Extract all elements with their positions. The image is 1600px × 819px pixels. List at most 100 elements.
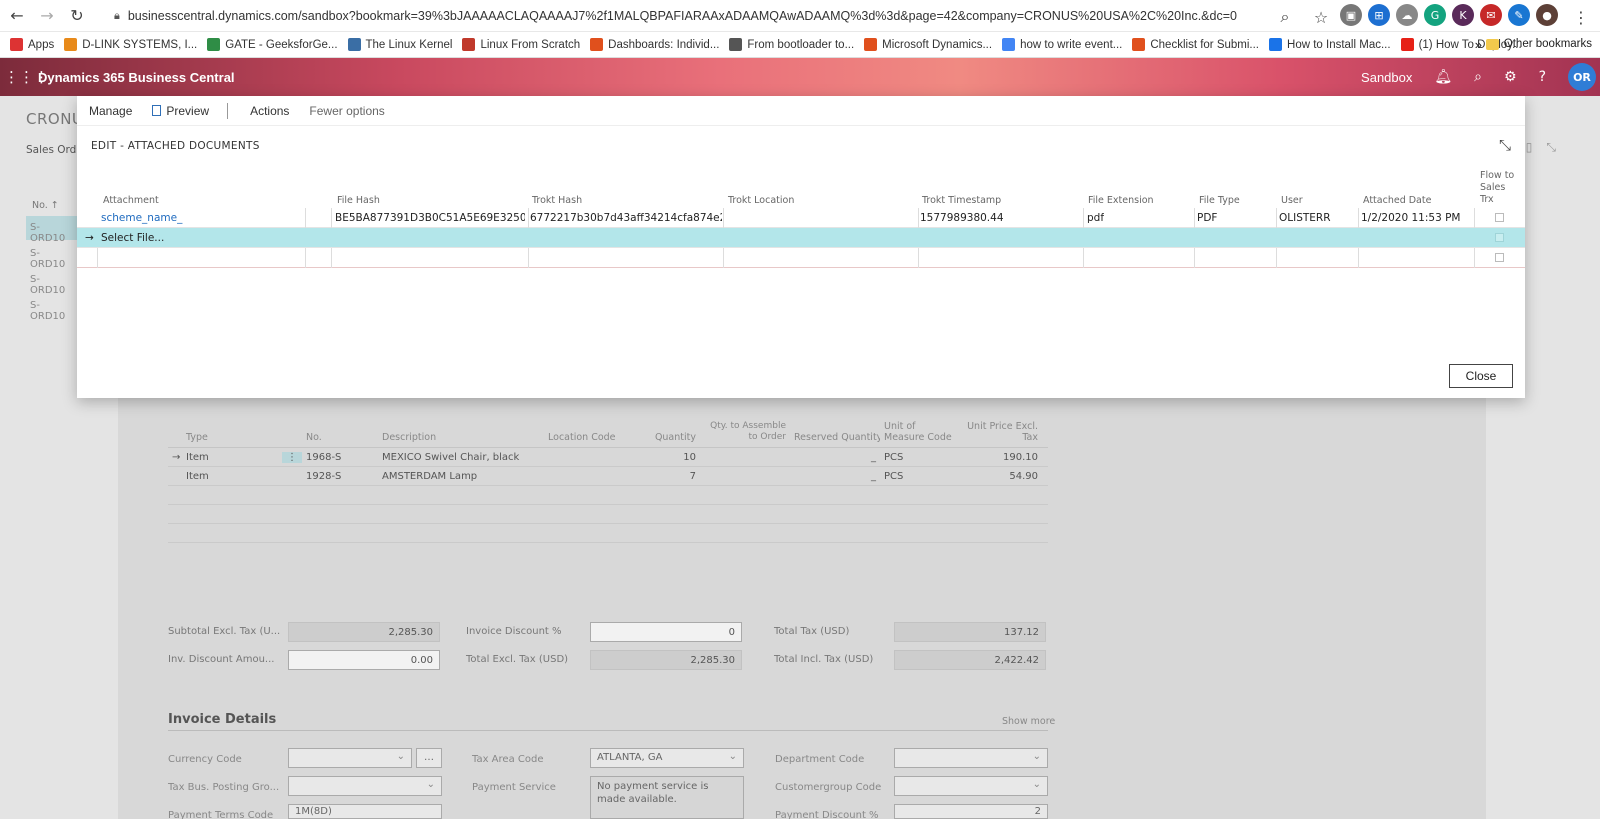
app-brand[interactable]: Dynamics 365 Business Central (38, 70, 235, 85)
cloud-icon[interactable]: ☁ (1396, 4, 1418, 26)
chevron-down-icon: ⌄ (728, 751, 737, 762)
zoom-icon[interactable]: ⌕ (1272, 4, 1298, 30)
list-item[interactable]: S-ORD10 (26, 294, 78, 322)
payment-service-field[interactable]: No payment service is made available. (590, 776, 744, 819)
bookmark-item[interactable]: GATE - GeeksforGe... (207, 38, 338, 51)
col-trokt-timestamp[interactable]: Trokt Timestamp (922, 195, 1001, 206)
bookmark-icon[interactable]: ▯ (1526, 140, 1533, 155)
flow-checkbox[interactable] (1495, 253, 1504, 262)
search-icon[interactable]: ⌕ (1474, 69, 1482, 85)
windows-icon[interactable]: ⊞ (1368, 4, 1390, 26)
avatar[interactable]: OR (1568, 63, 1596, 91)
table-row[interactable] (77, 248, 1525, 268)
table-row[interactable]: scheme_name_ BE5BA877391D3B0C51A5E69E325… (77, 208, 1525, 228)
bookmark-item[interactable]: Linux From Scratch (462, 38, 580, 51)
star-icon[interactable]: ☆ (1308, 4, 1334, 30)
preview-button[interactable]: Preview (152, 104, 209, 118)
bell-icon[interactable]: 🔔︎ (1434, 69, 1452, 85)
col-user[interactable]: User (1281, 195, 1303, 206)
fewer-options-button[interactable]: Fewer options (309, 104, 384, 118)
attachment-link[interactable]: scheme_name_ (101, 212, 297, 224)
currency-lookup-button[interactable]: … (416, 748, 442, 768)
divider (723, 208, 724, 228)
col-flow-to-sales[interactable]: Flow to Sales Trx (1480, 170, 1520, 206)
bookmark-apps[interactable]: Apps (10, 38, 54, 51)
bookmark-item[interactable]: D-LINK SYSTEMS, I... (64, 38, 197, 51)
help-icon[interactable]: ? (1539, 69, 1546, 85)
inv-discount-amount-input[interactable]: 0.00 (288, 650, 440, 670)
forward-icon[interactable]: → (34, 3, 60, 29)
bookmark-item[interactable]: Checklist for Submi... (1132, 38, 1259, 51)
profile-icon[interactable]: ● (1536, 4, 1558, 26)
menu-icon[interactable]: ⋮ (1568, 4, 1594, 30)
bookmark-item[interactable]: How to Install Mac... (1269, 38, 1391, 51)
bookmark-item[interactable]: From bootloader to... (729, 38, 854, 51)
col-file-extension[interactable]: File Extension (1088, 195, 1154, 206)
waffle-icon[interactable]: ⋮⋮⋮ (4, 68, 49, 86)
edit-icon[interactable]: ✎ (1508, 4, 1530, 26)
microsoft-icon (1132, 38, 1146, 51)
other-bookmarks[interactable]: Other bookmarks (1485, 38, 1592, 50)
back-icon[interactable]: ← (4, 3, 30, 29)
row-menu-icon[interactable]: ⋮ (282, 451, 302, 463)
col-trokt-hash[interactable]: Trokt Hash (532, 195, 582, 206)
total-incl-tax-value: 2,422.42 (894, 650, 1046, 670)
bookmark-item[interactable]: The Linux Kernel (347, 38, 452, 51)
divider (305, 248, 306, 268)
folder-icon (1485, 38, 1499, 50)
invoice-discount-pct-input[interactable]: 0 (590, 622, 742, 642)
sales-lines: Type No. Description Location Code Quant… (168, 412, 1048, 543)
list-item[interactable]: S-ORD10 (26, 268, 78, 296)
close-button[interactable]: Close (1449, 364, 1513, 388)
gear-icon[interactable]: ⚙ (1504, 69, 1517, 85)
tax-area-code-select[interactable]: ATLANTA, GA ⌄ (590, 748, 744, 768)
bookmark-item[interactable]: Microsoft Dynamics... (864, 38, 992, 51)
col-file-hash[interactable]: File Hash (337, 195, 380, 206)
col-attachment[interactable]: Attachment (103, 195, 159, 206)
bookmarks-overflow[interactable]: » (1475, 37, 1482, 52)
bookmark-item[interactable]: how to write event... (1002, 38, 1122, 51)
payment-discount-input[interactable]: 2 (894, 804, 1048, 819)
list-item[interactable]: S-ORD10 (26, 242, 78, 270)
table-row[interactable] (168, 524, 1048, 543)
collapse-icon[interactable]: ⤡ (1499, 136, 1511, 154)
divider (918, 248, 919, 268)
address-bar[interactable]: businesscentral.dynamics.com/sandbox?boo… (128, 9, 1237, 23)
col-attached-date[interactable]: Attached Date (1363, 195, 1431, 206)
invoice-discount-pct-label: Invoice Discount % (466, 626, 562, 637)
flow-checkbox[interactable] (1495, 233, 1504, 242)
collapse-icon[interactable]: ⤡ (1546, 140, 1556, 155)
table-row[interactable] (168, 486, 1048, 505)
col-trokt-location[interactable]: Trokt Location (728, 195, 794, 206)
table-row[interactable]: → Select File... (77, 228, 1525, 248)
customergroup-code-select[interactable]: ⌄ (894, 776, 1048, 796)
manage-menu[interactable]: Manage (89, 104, 132, 118)
select-file-link[interactable]: Select File... (101, 232, 164, 244)
payment-service-label: Payment Service (472, 782, 556, 793)
bookmark-favicon (1269, 38, 1283, 51)
flow-checkbox[interactable] (1495, 213, 1504, 222)
actions-menu[interactable]: Actions (250, 104, 289, 118)
grammarly-icon[interactable]: G (1424, 4, 1446, 26)
divider (305, 208, 306, 228)
col-file-type[interactable]: File Type (1199, 195, 1240, 206)
megaphone-icon[interactable]: ✉ (1480, 4, 1502, 26)
table-row[interactable]: → Item ⋮ 1968-S MEXICO Swivel Chair, bla… (168, 448, 1048, 467)
chevron-down-icon: ⌄ (1032, 751, 1041, 762)
show-more-link[interactable]: Show more (1002, 716, 1055, 727)
reload-icon[interactable]: ↻ (64, 3, 90, 29)
k-extension-icon[interactable]: K (1452, 4, 1474, 26)
attachments-grid: Attachment File Hash Trokt Hash Trokt Lo… (77, 170, 1525, 268)
youtube-icon (1400, 38, 1414, 51)
table-row[interactable]: Item 1928-S AMSTERDAM Lamp 7 _ PCS 54.90 (168, 467, 1048, 486)
payment-terms-select[interactable]: 1M(8D) (288, 804, 442, 819)
bookmark-item[interactable]: Dashboards: Individ... (590, 38, 719, 51)
dialog-action-bar: Manage Preview Actions Fewer options (77, 96, 1525, 126)
currency-code-select[interactable]: ⌄ (288, 748, 412, 768)
department-code-select[interactable]: ⌄ (894, 748, 1048, 768)
list-item[interactable]: S-ORD10 (26, 216, 78, 244)
department-code-label: Department Code (775, 754, 865, 765)
extension-icon[interactable]: ▣ (1340, 4, 1362, 26)
tax-bus-posting-select[interactable]: ⌄ (288, 776, 442, 796)
table-row[interactable] (168, 505, 1048, 524)
